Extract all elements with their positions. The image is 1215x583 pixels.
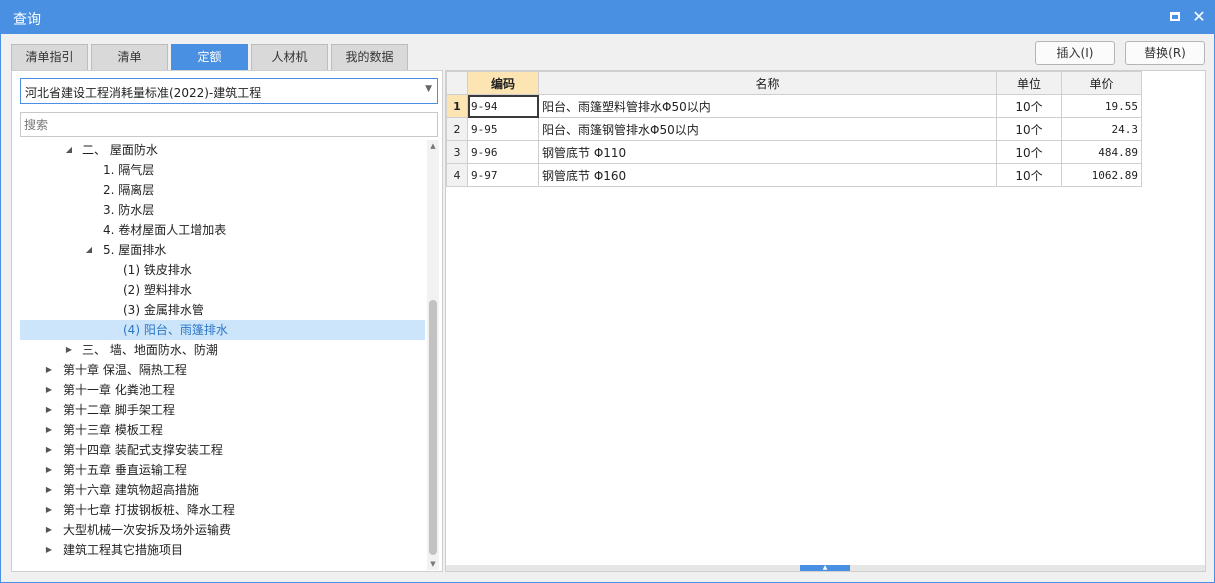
cell-name[interactable]: 钢管底节 Φ160	[538, 163, 997, 187]
tree-item-chapter-12[interactable]: ▶ 第十二章 脚手架工程	[20, 400, 425, 420]
collapsed-caret-icon[interactable]: ▶	[44, 440, 54, 460]
tree-item-chapter-14[interactable]: ▶ 第十四章 装配式支撑安装工程	[20, 440, 425, 460]
column-header-code[interactable]: 编码	[467, 71, 539, 95]
insert-button[interactable]: 插入(I)	[1035, 41, 1115, 65]
cell-name[interactable]: 阳台、雨篷塑料管排水Φ50以内	[538, 94, 997, 118]
tree-item-chapter-17[interactable]: ▶ 第十七章 打拔钢板桩、降水工程	[20, 500, 425, 520]
tree-item-chapter-11[interactable]: ▶ 第十一章 化粪池工程	[20, 380, 425, 400]
dialog-title: 查询	[13, 12, 41, 28]
column-header-price[interactable]: 单价	[1061, 71, 1142, 95]
scroll-down-icon[interactable]: ▼	[427, 558, 439, 570]
collapsed-caret-icon[interactable]: ▶	[44, 400, 54, 420]
tree-item-iron-drainage[interactable]: (1) 铁皮排水	[20, 260, 425, 280]
row-number: 1	[446, 94, 468, 118]
tree-item-large-machinery[interactable]: ▶ 大型机械一次安拆及场外运输费	[20, 520, 425, 540]
maximize-icon[interactable]	[1165, 7, 1185, 27]
expanded-caret-icon[interactable]: ◢	[64, 140, 74, 160]
tab-my-data[interactable]: 我的数据	[331, 44, 408, 70]
table-row[interactable]: 1 9-94 阳台、雨篷塑料管排水Φ50以内 10个 19.55	[446, 94, 1142, 118]
column-header-unit[interactable]: 单位	[996, 71, 1062, 95]
tree-item-chapter-15[interactable]: ▶ 第十五章 垂直运输工程	[20, 460, 425, 480]
close-icon[interactable]: ✕	[1189, 7, 1209, 27]
scrollbar-thumb[interactable]	[429, 300, 437, 555]
cell-name[interactable]: 阳台、雨篷钢管排水Φ50以内	[538, 117, 997, 141]
column-header-name[interactable]: 名称	[538, 71, 997, 95]
left-panel: 河北省建设工程消耗量标准(2022)-建筑工程 ▼ ◢ 二、 屋面防水 1. 隔…	[11, 70, 443, 572]
tree-item-other-measures[interactable]: ▶ 建筑工程其它措施项目	[20, 540, 425, 560]
table-row[interactable]: 3 9-96 钢管底节 Φ110 10个 484.89	[446, 140, 1142, 164]
scroll-up-icon[interactable]: ▲	[427, 140, 439, 152]
cell-code[interactable]: 9-96	[467, 140, 539, 164]
tree-item-vapor-barrier[interactable]: 1. 隔气层	[20, 160, 425, 180]
cell-price[interactable]: 24.3	[1061, 117, 1142, 141]
collapsed-caret-icon[interactable]: ▶	[44, 480, 54, 500]
table-row[interactable]: 4 9-97 钢管底节 Φ160 10个 1062.89	[446, 163, 1142, 187]
quota-grid-panel: 编码 名称 单位 单价 1 9-94 阳台、雨篷塑料管排水Φ50以内 10个 1…	[445, 70, 1206, 572]
cell-price[interactable]: 484.89	[1061, 140, 1142, 164]
library-select-value: 河北省建设工程消耗量标准(2022)-建筑工程	[25, 86, 262, 100]
expanded-caret-icon[interactable]: ◢	[84, 240, 94, 260]
tree-item-chapter-10[interactable]: ▶ 第十章 保温、隔热工程	[20, 360, 425, 380]
tree-scrollbar[interactable]: ▲ ▼	[427, 140, 439, 570]
cell-name[interactable]: 钢管底节 Φ110	[538, 140, 997, 164]
cell-code[interactable]: 9-94	[467, 94, 539, 118]
query-dialog: 查询 ✕ 清单指引 清单 定额 人材机 我的数据 插入(I) 替换(R) 河北省…	[0, 0, 1215, 583]
table-header: 编码 名称 单位 单价	[446, 71, 1142, 95]
tree-item-wall-floor-waterproof[interactable]: ▶ 三、 墙、地面防水、防潮	[20, 340, 425, 360]
cell-unit[interactable]: 10个	[996, 140, 1062, 164]
collapsed-caret-icon[interactable]: ▶	[44, 420, 54, 440]
cell-unit[interactable]: 10个	[996, 94, 1062, 118]
tree-item-balcony-drainage[interactable]: (4) 阳台、雨篷排水	[20, 320, 425, 340]
tab-labor-material[interactable]: 人材机	[251, 44, 328, 70]
collapsed-caret-icon[interactable]: ▶	[64, 340, 74, 360]
collapsed-caret-icon[interactable]: ▶	[44, 360, 54, 380]
search-input[interactable]	[20, 112, 438, 137]
cell-price[interactable]: 1062.89	[1061, 163, 1142, 187]
cell-code[interactable]: 9-97	[467, 163, 539, 187]
header-corner	[446, 71, 468, 95]
collapsed-caret-icon[interactable]: ▶	[44, 460, 54, 480]
replace-button[interactable]: 替换(R)	[1125, 41, 1205, 65]
tree-item-roof-drainage[interactable]: ◢ 5. 屋面排水	[20, 240, 425, 260]
tree-item-isolation-layer[interactable]: 2. 隔离层	[20, 180, 425, 200]
category-tree: ◢ 二、 屋面防水 1. 隔气层 2. 隔离层 3. 防水层 4. 卷材屋面人工…	[20, 140, 425, 566]
tab-bill[interactable]: 清单	[91, 44, 168, 70]
collapsed-caret-icon[interactable]: ▶	[44, 520, 54, 540]
tree-item-metal-drain-pipe[interactable]: (3) 金属排水管	[20, 300, 425, 320]
tree-item-waterproof-layer[interactable]: 3. 防水层	[20, 200, 425, 220]
tree-item-roof-waterproof[interactable]: ◢ 二、 屋面防水	[20, 140, 425, 160]
library-select[interactable]: 河北省建设工程消耗量标准(2022)-建筑工程 ▼	[20, 78, 438, 104]
tab-bill-guide[interactable]: 清单指引	[11, 44, 88, 70]
tree-item-roll-roof-labor[interactable]: 4. 卷材屋面人工增加表	[20, 220, 425, 240]
collapsed-caret-icon[interactable]: ▶	[44, 380, 54, 400]
row-number: 3	[446, 140, 468, 164]
chevron-down-icon: ▼	[425, 84, 432, 94]
collapsed-caret-icon[interactable]: ▶	[44, 500, 54, 520]
collapse-up-icon[interactable]: ▲	[800, 565, 850, 571]
row-number: 2	[446, 117, 468, 141]
quota-table: 编码 名称 单位 单价 1 9-94 阳台、雨篷塑料管排水Φ50以内 10个 1…	[446, 71, 1142, 187]
tree-item-chapter-13[interactable]: ▶ 第十三章 模板工程	[20, 420, 425, 440]
cell-price[interactable]: 19.55	[1061, 94, 1142, 118]
cell-unit[interactable]: 10个	[996, 163, 1062, 187]
table-row[interactable]: 2 9-95 阳台、雨篷钢管排水Φ50以内 10个 24.3	[446, 117, 1142, 141]
tab-quota[interactable]: 定额	[171, 44, 248, 70]
cell-unit[interactable]: 10个	[996, 117, 1062, 141]
collapsed-caret-icon[interactable]: ▶	[44, 540, 54, 560]
row-number: 4	[446, 163, 468, 187]
grid-splitter[interactable]: ▲	[446, 565, 1205, 571]
cell-code[interactable]: 9-95	[467, 117, 539, 141]
tree-item-plastic-drainage[interactable]: (2) 塑料排水	[20, 280, 425, 300]
title-bar[interactable]: 查询 ✕	[1, 1, 1214, 34]
tree-item-chapter-16[interactable]: ▶ 第十六章 建筑物超高措施	[20, 480, 425, 500]
